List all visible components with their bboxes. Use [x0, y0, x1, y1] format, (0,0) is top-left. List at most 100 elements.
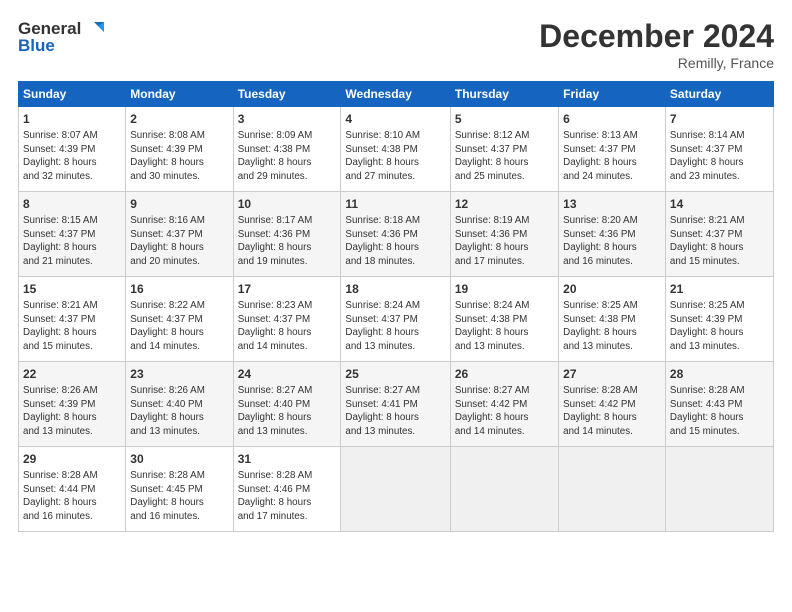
calendar-cell [450, 447, 558, 532]
logo-bird-icon [84, 18, 106, 40]
col-header-sunday: Sunday [19, 82, 126, 107]
day-number: 29 [23, 451, 121, 468]
day-number: 25 [345, 366, 445, 383]
calendar-cell: 15Sunrise: 8:21 AM Sunset: 4:37 PM Dayli… [19, 277, 126, 362]
calendar-cell: 27Sunrise: 8:28 AM Sunset: 4:42 PM Dayli… [559, 362, 666, 447]
day-number: 27 [563, 366, 661, 383]
calendar-cell: 31Sunrise: 8:28 AM Sunset: 4:46 PM Dayli… [233, 447, 341, 532]
day-info: Sunrise: 8:22 AM Sunset: 4:37 PM Dayligh… [130, 299, 228, 354]
calendar-cell: 3Sunrise: 8:09 AM Sunset: 4:38 PM Daylig… [233, 107, 341, 192]
calendar-cell: 26Sunrise: 8:27 AM Sunset: 4:42 PM Dayli… [450, 362, 558, 447]
day-info: Sunrise: 8:28 AM Sunset: 4:44 PM Dayligh… [23, 469, 121, 524]
calendar-cell: 11Sunrise: 8:18 AM Sunset: 4:36 PM Dayli… [341, 192, 450, 277]
day-number: 17 [238, 281, 337, 298]
day-info: Sunrise: 8:07 AM Sunset: 4:39 PM Dayligh… [23, 129, 121, 184]
calendar-cell: 25Sunrise: 8:27 AM Sunset: 4:41 PM Dayli… [341, 362, 450, 447]
calendar-cell: 5Sunrise: 8:12 AM Sunset: 4:37 PM Daylig… [450, 107, 558, 192]
day-info: Sunrise: 8:28 AM Sunset: 4:46 PM Dayligh… [238, 469, 337, 524]
day-number: 2 [130, 111, 228, 128]
calendar-cell: 24Sunrise: 8:27 AM Sunset: 4:40 PM Dayli… [233, 362, 341, 447]
calendar-cell: 18Sunrise: 8:24 AM Sunset: 4:37 PM Dayli… [341, 277, 450, 362]
location: Remilly, France [539, 55, 774, 71]
calendar-cell: 8Sunrise: 8:15 AM Sunset: 4:37 PM Daylig… [19, 192, 126, 277]
day-info: Sunrise: 8:13 AM Sunset: 4:37 PM Dayligh… [563, 129, 661, 184]
col-header-saturday: Saturday [665, 82, 773, 107]
calendar-cell: 14Sunrise: 8:21 AM Sunset: 4:37 PM Dayli… [665, 192, 773, 277]
day-number: 1 [23, 111, 121, 128]
calendar-cell: 13Sunrise: 8:20 AM Sunset: 4:36 PM Dayli… [559, 192, 666, 277]
day-number: 9 [130, 196, 228, 213]
calendar-cell: 19Sunrise: 8:24 AM Sunset: 4:38 PM Dayli… [450, 277, 558, 362]
day-number: 3 [238, 111, 337, 128]
calendar-cell: 28Sunrise: 8:28 AM Sunset: 4:43 PM Dayli… [665, 362, 773, 447]
logo: General Blue [18, 18, 106, 56]
day-number: 14 [670, 196, 769, 213]
day-number: 23 [130, 366, 228, 383]
day-info: Sunrise: 8:28 AM Sunset: 4:43 PM Dayligh… [670, 384, 769, 439]
col-header-tuesday: Tuesday [233, 82, 341, 107]
month-title: December 2024 [539, 18, 774, 55]
day-info: Sunrise: 8:18 AM Sunset: 4:36 PM Dayligh… [345, 214, 445, 269]
day-info: Sunrise: 8:08 AM Sunset: 4:39 PM Dayligh… [130, 129, 228, 184]
page-header: General Blue December 2024 Remilly, Fran… [18, 18, 774, 71]
calendar-cell: 7Sunrise: 8:14 AM Sunset: 4:37 PM Daylig… [665, 107, 773, 192]
calendar-cell [341, 447, 450, 532]
calendar-cell: 20Sunrise: 8:25 AM Sunset: 4:38 PM Dayli… [559, 277, 666, 362]
day-number: 6 [563, 111, 661, 128]
logo-text-blue: Blue [18, 36, 55, 56]
day-number: 20 [563, 281, 661, 298]
day-number: 24 [238, 366, 337, 383]
day-number: 30 [130, 451, 228, 468]
day-info: Sunrise: 8:16 AM Sunset: 4:37 PM Dayligh… [130, 214, 228, 269]
day-info: Sunrise: 8:25 AM Sunset: 4:39 PM Dayligh… [670, 299, 769, 354]
calendar-cell: 17Sunrise: 8:23 AM Sunset: 4:37 PM Dayli… [233, 277, 341, 362]
day-number: 12 [455, 196, 554, 213]
calendar-cell: 30Sunrise: 8:28 AM Sunset: 4:45 PM Dayli… [126, 447, 233, 532]
day-number: 21 [670, 281, 769, 298]
calendar-cell [665, 447, 773, 532]
day-info: Sunrise: 8:27 AM Sunset: 4:41 PM Dayligh… [345, 384, 445, 439]
day-number: 8 [23, 196, 121, 213]
day-number: 18 [345, 281, 445, 298]
calendar-cell: 6Sunrise: 8:13 AM Sunset: 4:37 PM Daylig… [559, 107, 666, 192]
day-number: 22 [23, 366, 121, 383]
day-number: 10 [238, 196, 337, 213]
calendar-cell: 10Sunrise: 8:17 AM Sunset: 4:36 PM Dayli… [233, 192, 341, 277]
day-number: 28 [670, 366, 769, 383]
day-info: Sunrise: 8:19 AM Sunset: 4:36 PM Dayligh… [455, 214, 554, 269]
day-number: 16 [130, 281, 228, 298]
col-header-monday: Monday [126, 82, 233, 107]
calendar-cell: 9Sunrise: 8:16 AM Sunset: 4:37 PM Daylig… [126, 192, 233, 277]
day-number: 31 [238, 451, 337, 468]
day-info: Sunrise: 8:17 AM Sunset: 4:36 PM Dayligh… [238, 214, 337, 269]
calendar-cell: 16Sunrise: 8:22 AM Sunset: 4:37 PM Dayli… [126, 277, 233, 362]
day-number: 26 [455, 366, 554, 383]
calendar-cell: 4Sunrise: 8:10 AM Sunset: 4:38 PM Daylig… [341, 107, 450, 192]
col-header-friday: Friday [559, 82, 666, 107]
day-info: Sunrise: 8:12 AM Sunset: 4:37 PM Dayligh… [455, 129, 554, 184]
day-info: Sunrise: 8:27 AM Sunset: 4:42 PM Dayligh… [455, 384, 554, 439]
day-info: Sunrise: 8:28 AM Sunset: 4:42 PM Dayligh… [563, 384, 661, 439]
day-number: 19 [455, 281, 554, 298]
calendar-cell: 23Sunrise: 8:26 AM Sunset: 4:40 PM Dayli… [126, 362, 233, 447]
day-number: 11 [345, 196, 445, 213]
day-info: Sunrise: 8:14 AM Sunset: 4:37 PM Dayligh… [670, 129, 769, 184]
day-info: Sunrise: 8:10 AM Sunset: 4:38 PM Dayligh… [345, 129, 445, 184]
calendar-cell: 1Sunrise: 8:07 AM Sunset: 4:39 PM Daylig… [19, 107, 126, 192]
day-number: 7 [670, 111, 769, 128]
col-header-wednesday: Wednesday [341, 82, 450, 107]
calendar-table: SundayMondayTuesdayWednesdayThursdayFrid… [18, 81, 774, 532]
title-block: December 2024 Remilly, France [539, 18, 774, 71]
day-info: Sunrise: 8:27 AM Sunset: 4:40 PM Dayligh… [238, 384, 337, 439]
logo-container: General Blue [18, 18, 106, 56]
day-info: Sunrise: 8:24 AM Sunset: 4:37 PM Dayligh… [345, 299, 445, 354]
col-header-thursday: Thursday [450, 82, 558, 107]
day-info: Sunrise: 8:09 AM Sunset: 4:38 PM Dayligh… [238, 129, 337, 184]
day-info: Sunrise: 8:26 AM Sunset: 4:40 PM Dayligh… [130, 384, 228, 439]
calendar-cell [559, 447, 666, 532]
day-info: Sunrise: 8:25 AM Sunset: 4:38 PM Dayligh… [563, 299, 661, 354]
day-info: Sunrise: 8:15 AM Sunset: 4:37 PM Dayligh… [23, 214, 121, 269]
day-number: 15 [23, 281, 121, 298]
day-number: 13 [563, 196, 661, 213]
day-info: Sunrise: 8:21 AM Sunset: 4:37 PM Dayligh… [23, 299, 121, 354]
